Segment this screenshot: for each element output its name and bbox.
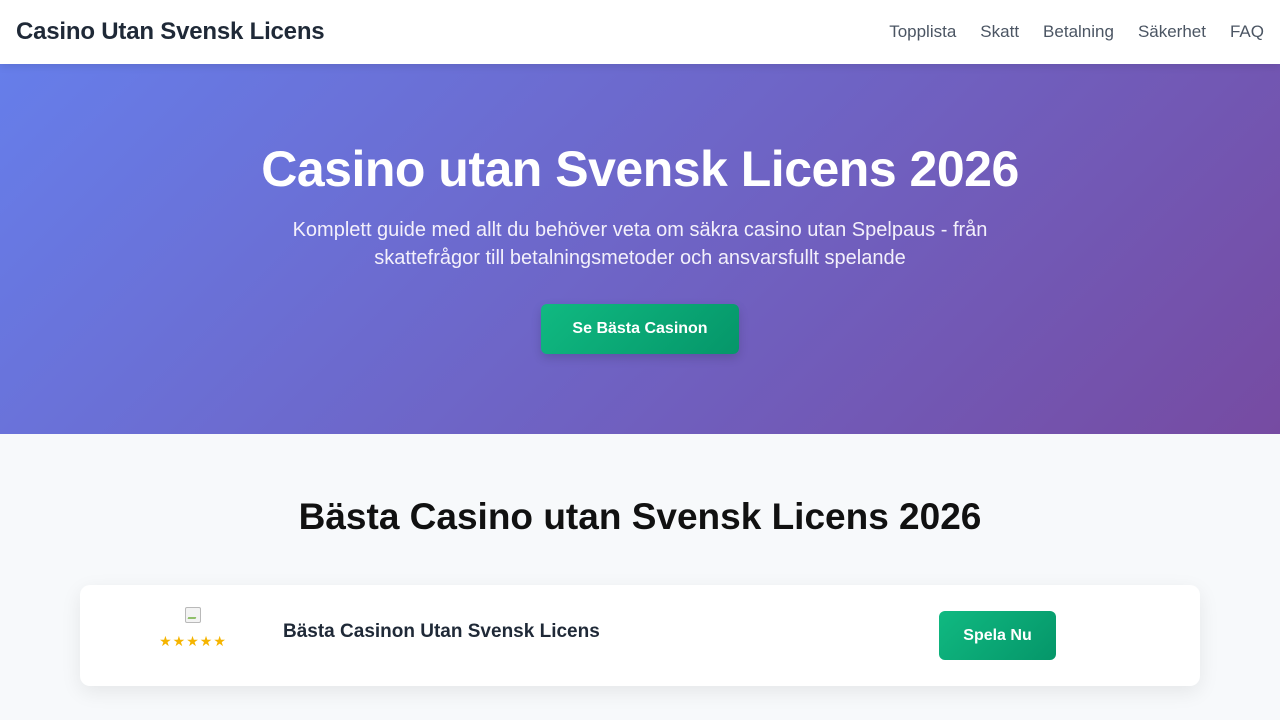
nav-link-faq[interactable]: FAQ — [1230, 22, 1264, 42]
hero-section: Casino utan Svensk Licens 2026 Komplett … — [0, 64, 1280, 434]
casino-card: ★★★★★ Bästa Casinon Utan Svensk Licens S… — [80, 585, 1200, 686]
hero-title: Casino utan Svensk Licens 2026 — [261, 141, 1019, 197]
nav-link-sakerhet[interactable]: Säkerhet — [1138, 22, 1206, 42]
top-navbar: Casino Utan Svensk Licens Topplista Skat… — [0, 0, 1280, 64]
main-nav: Topplista Skatt Betalning Säkerhet FAQ — [889, 22, 1264, 42]
see-best-casinos-button[interactable]: Se Bästa Casinon — [541, 304, 739, 354]
play-now-button[interactable]: Spela Nu — [939, 611, 1056, 660]
casino-name: Bästa Casinon Utan Svensk Licens — [283, 621, 600, 642]
hero-subtitle: Komplett guide med allt du behöver veta … — [292, 219, 988, 269]
nav-link-betalning[interactable]: Betalning — [1043, 22, 1114, 42]
casino-logo-image — [185, 607, 201, 623]
casino-logo-column: ★★★★★ — [150, 607, 236, 650]
star-rating: ★★★★★ — [159, 634, 227, 650]
toplist-title: Bästa Casino utan Svensk Licens 2026 — [298, 496, 982, 537]
nav-link-skatt[interactable]: Skatt — [980, 22, 1019, 42]
nav-link-topplista[interactable]: Topplista — [889, 22, 956, 42]
site-brand[interactable]: Casino Utan Svensk Licens — [16, 18, 325, 46]
